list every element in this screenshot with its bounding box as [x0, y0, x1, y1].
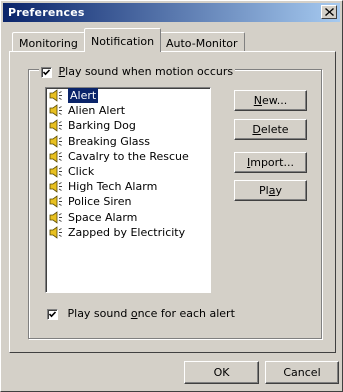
delete-button[interactable]: Delete [234, 119, 307, 140]
play-once-checkbox[interactable]: Play sound once for each alert [47, 307, 235, 320]
tab-notification[interactable]: Notification [84, 28, 162, 52]
checkbox[interactable] [41, 66, 52, 78]
close-icon [324, 8, 334, 16]
sound-name: Alien Alert [68, 104, 126, 118]
sound-name: High Tech Alarm [68, 180, 158, 194]
preferences-dialog: Preferences Monitoring Notification Auto… [0, 0, 343, 392]
sound-name: Alert [68, 88, 99, 103]
speaker-icon [49, 225, 63, 243]
sound-list-item[interactable]: Breaking Glass [46, 134, 210, 149]
sound-name: Cavalry to the Rescue [68, 149, 189, 163]
sound-list-item[interactable]: Click [46, 164, 210, 179]
sound-list-item[interactable]: Barking Dog [46, 118, 210, 133]
play-button[interactable]: Play [234, 180, 307, 201]
tab-label: Monitoring [19, 37, 78, 50]
window-title: Preferences [8, 6, 85, 19]
sound-list: Alert Alien Alert Barking Dog Breaking Glas… [46, 88, 210, 240]
checkbox[interactable] [47, 308, 58, 320]
play-once-label: Play sound once for each alert [67, 307, 235, 320]
import-button[interactable]: Import... [234, 152, 307, 173]
sound-name: Click [68, 164, 95, 178]
tab-label: Auto-Monitor [166, 37, 238, 50]
play-sound-checkbox[interactable]: Play sound when motion occurs [39, 65, 236, 78]
play-sound-label: Play sound when motion occurs [58, 65, 234, 78]
checkmark-icon [48, 310, 57, 317]
sound-listbox[interactable]: Alert Alien Alert Barking Dog Breaking Glas… [45, 87, 211, 293]
sound-list-item[interactable]: Cavalry to the Rescue [46, 149, 210, 164]
sound-list-item[interactable]: Alert [46, 88, 210, 103]
new-button[interactable]: New... [234, 90, 307, 111]
checkmark-icon [42, 68, 51, 75]
sound-list-item[interactable]: Police Siren [46, 194, 210, 209]
title-bar[interactable]: Preferences [3, 3, 340, 22]
sound-name: Police Siren [68, 195, 132, 209]
tab-monitoring[interactable]: Monitoring [12, 32, 85, 53]
ok-button[interactable]: OK [184, 361, 259, 384]
tab-label: Notification [91, 35, 155, 48]
sound-list-item[interactable]: Zapped by Electricity [46, 225, 210, 240]
cancel-button[interactable]: Cancel [265, 361, 339, 384]
sound-name: Barking Dog [68, 119, 136, 133]
tab-auto-monitor[interactable]: Auto-Monitor [159, 32, 245, 53]
sound-name: Breaking Glass [68, 134, 150, 148]
sound-name: Zapped by Electricity [68, 225, 186, 239]
sound-list-item[interactable]: Alien Alert [46, 103, 210, 118]
close-button[interactable] [321, 5, 337, 19]
sound-list-item[interactable]: High Tech Alarm [46, 179, 210, 194]
sound-name: Space Alarm [68, 210, 138, 224]
sound-list-item[interactable]: Space Alarm [46, 210, 210, 225]
